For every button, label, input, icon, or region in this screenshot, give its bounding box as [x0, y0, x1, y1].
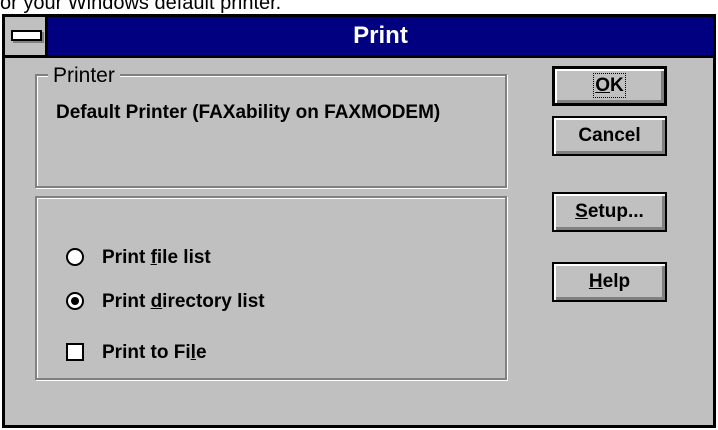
radio-unselected-icon[interactable] — [66, 248, 84, 266]
radio-selected-icon[interactable] — [66, 292, 84, 310]
dialog-title: Print — [353, 22, 408, 49]
printer-group-label: Printer — [48, 64, 120, 88]
help-button[interactable]: Help — [552, 262, 667, 302]
background-app-text: or your Windows default printer. — [0, 0, 282, 14]
print-file-list-label: Print file list — [102, 247, 211, 268]
cancel-button[interactable]: Cancel — [552, 116, 667, 156]
printer-name: Default Printer (FAXability on FAXMODEM) — [56, 102, 441, 123]
print-directory-list-label: Print directory list — [102, 291, 265, 312]
setup-button[interactable]: Setup... — [552, 192, 667, 232]
ok-button-label: OK — [593, 73, 626, 98]
checkbox-unchecked-icon[interactable] — [66, 343, 84, 361]
printer-group-box — [35, 74, 507, 188]
title-bar[interactable]: Print — [5, 17, 713, 58]
print-to-file-label: Print to File — [102, 342, 207, 363]
ok-button[interactable]: OK — [552, 66, 667, 106]
system-menu-bar-icon — [11, 30, 42, 41]
system-menu-icon[interactable] — [5, 17, 48, 55]
